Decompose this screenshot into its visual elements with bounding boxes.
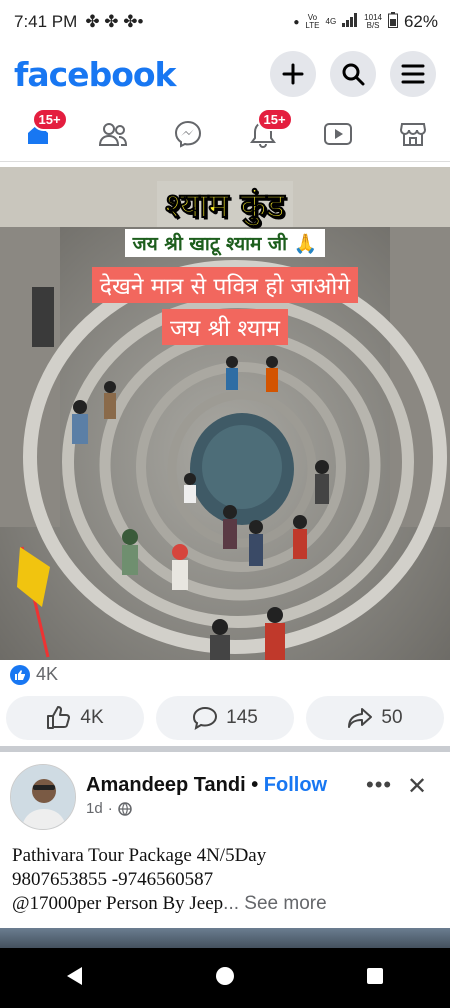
circle-home-icon xyxy=(216,966,234,985)
reaction-count: 4K xyxy=(36,664,59,684)
back-icon xyxy=(67,966,82,985)
battery-icon xyxy=(387,11,398,33)
menu-button[interactable] xyxy=(390,51,436,97)
signal-dot: ● xyxy=(293,16,300,28)
video-icon xyxy=(323,122,352,145)
square-recents-icon xyxy=(367,967,383,984)
tab-marketplace[interactable] xyxy=(393,114,433,154)
post-meta: 1d · xyxy=(86,800,132,817)
facebook-logo[interactable]: facebook xyxy=(14,55,176,94)
app-header: facebook xyxy=(0,46,450,102)
like-button[interactable]: 4K xyxy=(6,696,144,740)
hamburger-icon xyxy=(401,64,425,84)
see-more-link[interactable]: ... See more xyxy=(223,893,327,914)
data-speed: 1014 B/S xyxy=(364,13,382,30)
post-text-line-1: Pathivara Tour Package 4N/5Day xyxy=(12,845,267,866)
back-button[interactable] xyxy=(64,965,86,992)
status-bar: 7:41 PM ✤ ✤ ✤• ● Vo LTE 4G 1014 B/S 62% xyxy=(0,0,450,44)
globe-icon xyxy=(117,801,132,816)
tab-video[interactable] xyxy=(318,114,358,154)
thumbs-up-icon xyxy=(47,706,71,729)
more-options-button[interactable]: ••• xyxy=(366,772,392,798)
caption-line-2: जय श्री श्याम xyxy=(161,309,289,345)
create-button[interactable] xyxy=(270,51,316,97)
messenger-icon xyxy=(174,120,201,148)
network-type: 4G xyxy=(325,17,337,26)
caption-subtitle: जय श्री खाटू श्याम जी 🙏 xyxy=(124,229,326,257)
comment-icon xyxy=(193,706,218,730)
caption-line-1: देखने मात्र से पवित्र हो जाओगे xyxy=(91,267,359,303)
tab-friends[interactable] xyxy=(93,114,133,154)
avatar[interactable] xyxy=(10,764,76,830)
tab-notifications[interactable]: 15+ xyxy=(243,107,293,154)
marketplace-icon xyxy=(399,122,426,146)
notifications-badge: 15+ xyxy=(256,107,293,131)
feed-post: Amandeep Tandi • Follow 1d · ••• ✕ Pathi… xyxy=(0,752,450,928)
plus-icon xyxy=(282,63,304,85)
reaction-summary[interactable]: 4K xyxy=(10,664,58,685)
nav-tabs: 15+ 15+ xyxy=(0,106,450,162)
caption-title: श्याम कुंड xyxy=(157,181,293,227)
comment-count: 145 xyxy=(226,707,258,728)
comment-button[interactable]: 145 xyxy=(156,696,294,740)
post-actions: 4K 145 50 xyxy=(0,696,450,740)
battery-level: 62% xyxy=(403,12,438,31)
like-count: 4K xyxy=(80,707,104,728)
name-separator: • xyxy=(251,774,259,796)
post-text-line-2: 9807653855 -9746560587 xyxy=(12,869,214,890)
tab-home[interactable]: 15+ xyxy=(18,107,68,154)
search-icon xyxy=(342,63,365,86)
app-notification-icons: ✤ ✤ ✤• xyxy=(85,12,144,31)
home-badge: 15+ xyxy=(31,107,68,131)
friends-icon xyxy=(98,122,127,146)
system-nav-bar xyxy=(0,948,450,1008)
author-name[interactable]: Amandeep Tandi xyxy=(86,774,246,796)
volte-indicator: Vo LTE xyxy=(305,13,320,30)
hide-post-button[interactable]: ✕ xyxy=(407,772,427,801)
share-button[interactable]: 50 xyxy=(306,696,444,740)
follow-button[interactable]: Follow xyxy=(264,774,327,796)
post-time[interactable]: 1d xyxy=(86,800,103,817)
post-text: Pathivara Tour Package 4N/5Day 980765385… xyxy=(12,844,442,916)
recents-button[interactable] xyxy=(364,965,386,992)
home-system-button[interactable] xyxy=(214,965,236,992)
status-time: 7:41 PM xyxy=(14,12,78,31)
signal-icon xyxy=(342,12,358,32)
next-post-image-preview[interactable] xyxy=(0,928,450,948)
post-text-line-3: @17000per Person By Jeep xyxy=(12,893,224,914)
post-image[interactable]: श्याम कुंड जय श्री खाटू श्याम जी 🙏 देखने… xyxy=(0,167,450,660)
share-icon xyxy=(348,708,373,728)
tab-messenger[interactable] xyxy=(168,114,208,154)
search-button[interactable] xyxy=(330,51,376,97)
like-reaction-icon xyxy=(10,664,30,685)
share-count: 50 xyxy=(381,707,403,728)
